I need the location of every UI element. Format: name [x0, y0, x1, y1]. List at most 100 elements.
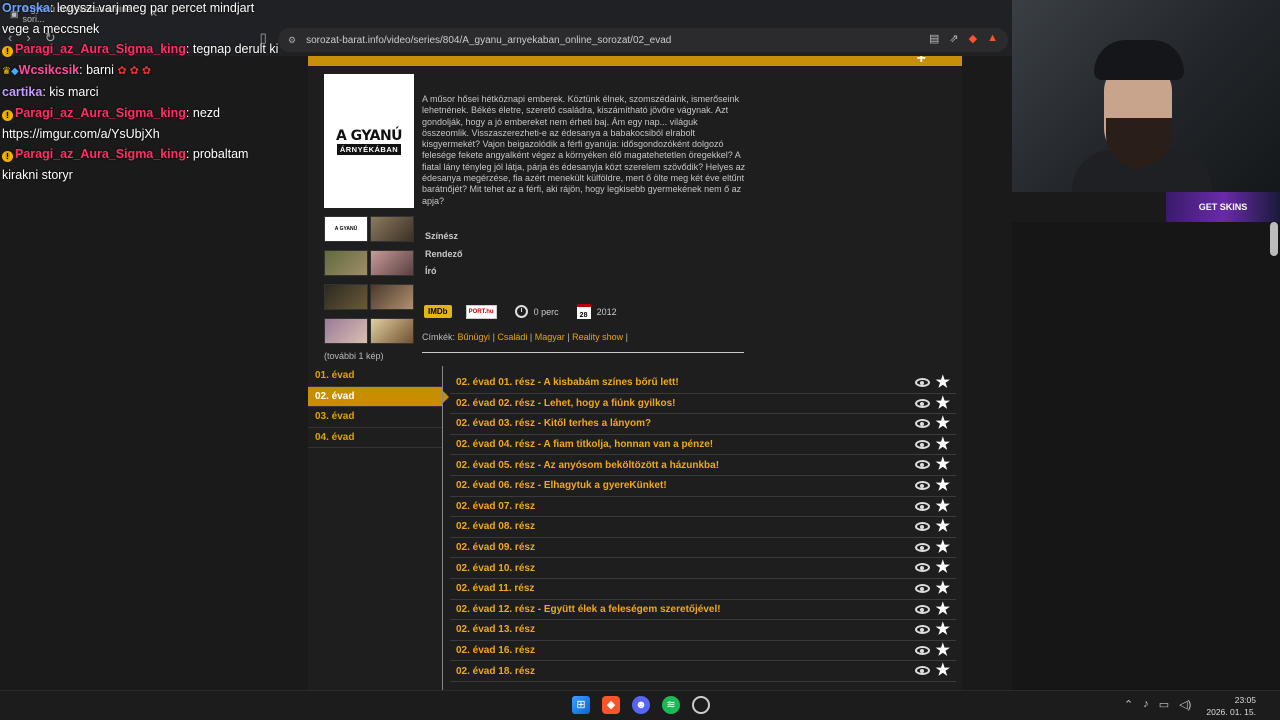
- episode-title[interactable]: 02. évad 11. rész: [456, 583, 534, 594]
- episode-title[interactable]: 02. évad 18. rész: [456, 666, 535, 677]
- reader-mode-icon[interactable]: ▤: [929, 32, 939, 45]
- volume-icon[interactable]: ◁): [1179, 698, 1191, 711]
- tag-link[interactable]: Magyar: [535, 332, 565, 342]
- favorite-star-icon[interactable]: ★: [936, 579, 950, 599]
- discord-icon[interactable]: ☻: [632, 696, 650, 714]
- watched-icon[interactable]: [915, 645, 930, 655]
- episode-row[interactable]: 02. évad 11. rész ★: [450, 579, 956, 600]
- favorite-star-icon[interactable]: ★: [936, 641, 950, 661]
- address-bar[interactable]: ⚙ sorozat-barat.info/video/series/804/A_…: [278, 28, 1008, 52]
- chat-message: ! Paragi_az_Aura_Sigma_king: probaltam ki…: [0, 144, 280, 185]
- episode-title[interactable]: 02. évad 12. rész - Együtt élek a felesé…: [456, 604, 721, 615]
- season-tab[interactable]: 03. évad: [308, 407, 442, 428]
- season-tab-active[interactable]: 02. évad: [308, 386, 449, 408]
- favorite-star-icon[interactable]: ★: [936, 517, 950, 537]
- episode-row[interactable]: 02. évad 16. rész ★: [450, 641, 956, 662]
- episode-row[interactable]: 02. évad 03. rész - Kitől terhes a lányo…: [450, 414, 956, 435]
- watched-icon[interactable]: [915, 522, 930, 532]
- episode-row[interactable]: 02. évad 09. rész ★: [450, 538, 956, 559]
- episode-title[interactable]: 02. évad 09. rész: [456, 542, 535, 553]
- favorite-star-icon[interactable]: ★: [936, 558, 950, 578]
- favorite-star-icon[interactable]: ★: [936, 661, 950, 681]
- watched-icon[interactable]: [915, 625, 930, 635]
- imdb-link[interactable]: IMDb: [424, 305, 452, 318]
- add-icon[interactable]: +: [917, 56, 926, 68]
- brave-browser-icon[interactable]: ◆: [602, 696, 620, 714]
- port-link[interactable]: PORT.hu: [465, 304, 497, 319]
- episode-row[interactable]: 02. évad 01. rész - A kisbabám színes bő…: [450, 373, 956, 394]
- episode-row[interactable]: 02. évad 02. rész - Lehet, hogy a fiúnk …: [450, 394, 956, 415]
- episode-row[interactable]: 02. évad 07. rész ★: [450, 497, 956, 518]
- watched-icon[interactable]: [915, 460, 930, 470]
- microphone-icon[interactable]: ♪: [1143, 698, 1149, 711]
- gallery-thumbnail[interactable]: [324, 318, 368, 344]
- episode-title[interactable]: 02. évad 03. rész - Kitől terhes a lányo…: [456, 418, 651, 429]
- favorite-star-icon[interactable]: ★: [936, 600, 950, 620]
- season-tab[interactable]: 04. évad: [308, 428, 442, 449]
- gallery-thumbnail[interactable]: [370, 216, 414, 242]
- gallery-thumbnail[interactable]: [324, 250, 368, 276]
- watched-icon[interactable]: [915, 419, 930, 429]
- get-skins-banner[interactable]: GET SKINS: [1166, 192, 1280, 222]
- scrollbar-thumb[interactable]: [1270, 222, 1278, 256]
- watched-icon[interactable]: [915, 398, 930, 408]
- season-tab[interactable]: 01. évad: [308, 366, 442, 387]
- watched-icon[interactable]: [915, 542, 930, 552]
- favorite-star-icon[interactable]: ★: [936, 538, 950, 558]
- episode-row[interactable]: 02. évad 08. rész ★: [450, 517, 956, 538]
- network-icon[interactable]: ▭: [1159, 698, 1169, 711]
- app-icon[interactable]: [692, 696, 710, 714]
- episode-title[interactable]: 02. évad 07. rész: [456, 501, 535, 512]
- system-clock[interactable]: 23:05 2026. 01. 15.: [1200, 694, 1256, 718]
- episode-row[interactable]: 02. évad 18. rész ★: [450, 661, 956, 682]
- favorite-star-icon[interactable]: ★: [936, 373, 950, 393]
- chevron-up-icon[interactable]: ⌃: [1124, 698, 1133, 711]
- brave-rewards-icon[interactable]: ▲: [987, 32, 998, 45]
- episode-title[interactable]: 02. évad 06. rész - Elhagytuk a gyereKün…: [456, 480, 667, 491]
- episode-title[interactable]: 02. évad 01. rész - A kisbabám színes bő…: [456, 377, 679, 388]
- episode-row[interactable]: 02. évad 05. rész - Az anyósom beköltözö…: [450, 455, 956, 476]
- gallery-thumbnail[interactable]: [324, 284, 368, 310]
- episode-row[interactable]: 02. évad 12. rész - Együtt élek a felesé…: [450, 600, 956, 621]
- favorite-star-icon[interactable]: ★: [936, 455, 950, 475]
- gallery-thumbnail[interactable]: [370, 250, 414, 276]
- episode-title[interactable]: 02. évad 10. rész: [456, 563, 535, 574]
- episode-row[interactable]: 02. évad 06. rész - Elhagytuk a gyereKün…: [450, 476, 956, 497]
- watched-icon[interactable]: [915, 583, 930, 593]
- watched-icon[interactable]: [915, 378, 930, 387]
- watched-icon[interactable]: [915, 666, 930, 676]
- watched-icon[interactable]: [915, 604, 930, 614]
- watched-icon[interactable]: [915, 480, 930, 490]
- windows-start-icon[interactable]: ⊞: [572, 696, 590, 714]
- episode-title[interactable]: 02. évad 13. rész: [456, 624, 535, 635]
- favorite-star-icon[interactable]: ★: [936, 435, 950, 455]
- brave-shield-icon[interactable]: ◆: [969, 32, 977, 45]
- favorite-star-icon[interactable]: ★: [936, 394, 950, 414]
- episode-title[interactable]: 02. évad 16. rész: [456, 645, 535, 656]
- watched-icon[interactable]: [915, 501, 930, 511]
- chat-link[interactable]: https://imgur.com/a/YsUbjXh: [2, 127, 160, 141]
- episode-row[interactable]: 02. évad 04. rész - A fiam titkolja, hon…: [450, 435, 956, 456]
- gallery-thumbnail[interactable]: A GYANÚ: [324, 216, 368, 242]
- tag-link[interactable]: Családi: [497, 332, 527, 342]
- episode-row[interactable]: 02. évad 13. rész ★: [450, 620, 956, 641]
- tag-link[interactable]: Reality show: [572, 332, 623, 342]
- tag-link[interactable]: Bűnügyi: [458, 332, 491, 342]
- episode-title[interactable]: 02. évad 08. rész: [456, 521, 535, 532]
- more-images-link[interactable]: (további 1 kép): [324, 351, 384, 361]
- favorite-star-icon[interactable]: ★: [936, 497, 950, 517]
- episode-title[interactable]: 02. évad 02. rész - Lehet, hogy a fiúnk …: [456, 398, 676, 409]
- gallery-thumbnail[interactable]: [370, 318, 414, 344]
- episode-row[interactable]: 02. évad 10. rész ★: [450, 558, 956, 579]
- spotify-icon[interactable]: ≋: [662, 696, 680, 714]
- gallery-thumbnail[interactable]: [370, 284, 414, 310]
- episode-title[interactable]: 02. évad 05. rész - Az anyósom beköltözö…: [456, 460, 719, 471]
- favorite-star-icon[interactable]: ★: [936, 476, 950, 496]
- watched-icon[interactable]: [915, 563, 930, 573]
- site-info-icon[interactable]: ⚙: [288, 35, 296, 46]
- episode-title[interactable]: 02. évad 04. rész - A fiam titkolja, hon…: [456, 439, 713, 450]
- share-icon[interactable]: ⇗: [949, 32, 958, 45]
- watched-icon[interactable]: [915, 439, 930, 449]
- favorite-star-icon[interactable]: ★: [936, 414, 950, 434]
- favorite-star-icon[interactable]: ★: [936, 620, 950, 640]
